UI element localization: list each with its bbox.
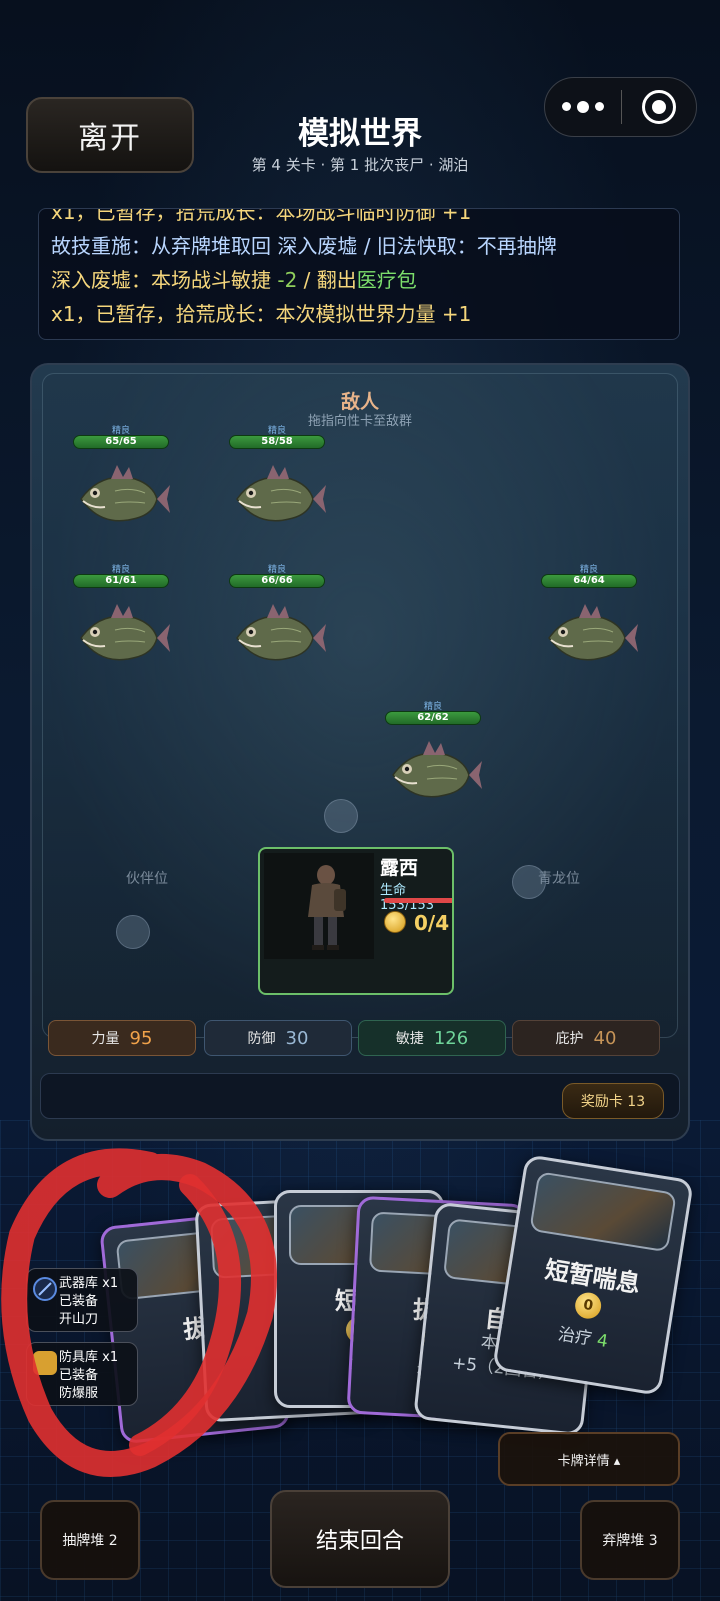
enemy-hp-bar: 65/65 xyxy=(73,435,169,449)
weapon-status: 已装备 xyxy=(59,1294,99,1309)
reward-cards-button[interactable]: 奖励卡 13 xyxy=(562,1083,664,1119)
energy-coin-icon xyxy=(384,911,406,933)
weapon-inventory-badge[interactable]: 武器库 x1 已装备开山刀 xyxy=(26,1268,138,1332)
drop-target-circle xyxy=(324,799,358,833)
armor-badge-title: 防具库 x1 xyxy=(59,1350,119,1365)
piranha-icon xyxy=(392,740,483,798)
hero-portrait xyxy=(264,853,374,959)
armor-icon xyxy=(33,1351,57,1375)
companion-slot-label: 伙伴位 xyxy=(126,871,168,887)
log-line: 深入废墟：本场战斗敏捷 -2 / 翻出医疗包 xyxy=(51,268,417,292)
enemy-hp-bar: 61/61 xyxy=(73,574,169,588)
piranha-icon xyxy=(236,603,327,661)
enemy-hp-bar: 62/62 xyxy=(385,711,481,725)
battle-log: x1，已暂存，拾荒成长：本场战斗临时防御 +1 故技重施：从弃牌堆取回 深入废墟… xyxy=(38,208,680,340)
stat-shelter: 庇护 40 xyxy=(512,1020,660,1056)
hero-hp-text: 生命 153/153 xyxy=(380,883,435,913)
weapon-badge-title: 武器库 x1 xyxy=(59,1276,119,1291)
stat-strength: 力量 95 xyxy=(48,1020,196,1056)
discard-pile-button[interactable]: 弃牌堆 3 xyxy=(580,1500,680,1580)
draw-pile-button[interactable]: 抽牌堆 2 xyxy=(40,1500,140,1580)
enemy-piranha[interactable]: 精良 64/64 xyxy=(534,562,644,682)
battle-arena: 敌人 拖指向性卡至敌群 精良 65/65 精良 58/58 精良 61/61 精… xyxy=(30,363,690,1141)
blade-icon xyxy=(33,1277,57,1301)
card-art xyxy=(529,1171,677,1253)
hero-card[interactable]: 露西 生命 153/153 0/4 xyxy=(258,847,454,995)
enemy-hp-bar: 64/64 xyxy=(541,574,637,588)
enemy-hp-bar: 66/66 xyxy=(229,574,325,588)
enemy-piranha[interactable]: 精良 65/65 xyxy=(66,423,176,543)
stat-defense: 防御 30 xyxy=(204,1020,352,1056)
hero-hp-bar xyxy=(384,898,452,903)
card-desc: 治疗 4 xyxy=(556,1324,610,1353)
survivor-icon xyxy=(308,865,346,950)
target-circle-icon[interactable] xyxy=(622,90,696,124)
enemy-hp-bar: 58/58 xyxy=(229,435,325,449)
armor-status: 已装备 xyxy=(59,1368,99,1383)
hero-energy: 0/4 xyxy=(414,911,450,935)
armor-inventory-badge[interactable]: 防具库 x1 已装备防爆服 xyxy=(26,1342,138,1406)
stat-agility: 敏捷 126 xyxy=(358,1020,506,1056)
companion-slot[interactable] xyxy=(116,915,150,949)
dragon-slot[interactable] xyxy=(512,865,546,899)
enemy-piranha[interactable]: 精良 66/66 xyxy=(222,562,332,682)
mini-program-capsule xyxy=(544,77,697,137)
log-line: 故技重施：从弃牌堆取回 深入废墟 / 旧法快取：不再抽牌 xyxy=(51,234,557,258)
card-details-button[interactable]: 卡牌详情 ▴ xyxy=(498,1432,680,1486)
piranha-icon xyxy=(548,603,639,661)
piranha-icon xyxy=(80,464,171,522)
enemy-piranha[interactable]: 精良 58/58 xyxy=(222,423,332,543)
weapon-name: 开山刀 xyxy=(59,1312,99,1327)
log-line: x1，已暂存，拾荒成长：本次模拟世界力量 +1 xyxy=(51,302,472,326)
piranha-icon xyxy=(236,464,327,522)
enemy-piranha[interactable]: 精良 61/61 xyxy=(66,562,176,682)
log-line: x1，已暂存，拾荒成长：本场战斗临时防御 +1 xyxy=(51,208,472,224)
piranha-icon xyxy=(80,603,171,661)
enemy-piranha[interactable]: 精良 62/62 xyxy=(378,699,488,819)
card-cost-coin: 0 xyxy=(573,1290,604,1321)
hand-card-selected[interactable]: 短暂喘息 0 治疗 4 xyxy=(491,1154,695,1396)
page-subtitle: 第 4 关卡 · 第 1 批次丧尸 · 湖泊 xyxy=(251,156,469,174)
more-dots-icon[interactable] xyxy=(545,100,621,113)
end-turn-button[interactable]: 结束回合 xyxy=(270,1490,450,1588)
hero-name: 露西 xyxy=(380,857,419,879)
armor-name: 防爆服 xyxy=(59,1386,99,1401)
